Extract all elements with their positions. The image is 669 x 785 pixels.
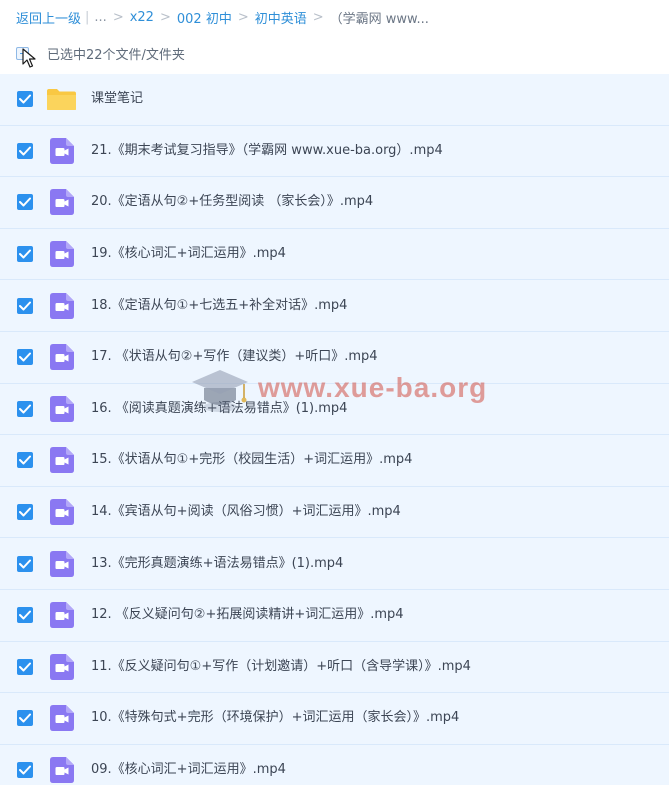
back-link[interactable]: 返回上一级 bbox=[16, 8, 81, 27]
row-checkbox[interactable] bbox=[17, 246, 33, 263]
file-name[interactable]: 18.《定语从句①+七选五+补全对话》.mp4 bbox=[91, 297, 347, 315]
file-name[interactable]: 12. 《反义疑问句②+拓展阅读精讲+词汇运用》.mp4 bbox=[91, 606, 404, 624]
file-name[interactable]: 09.《核心词汇+词汇运用》.mp4 bbox=[91, 761, 286, 779]
file-name[interactable]: 19.《核心词汇+词汇运用》.mp4 bbox=[91, 245, 286, 263]
breadcrumb: 返回上一级 | ... > x22 > 002 初中 > 初中英语 > （学霸网… bbox=[16, 6, 429, 28]
checkmark-icon bbox=[19, 455, 31, 465]
breadcrumb-item-english[interactable]: 初中英语 bbox=[255, 8, 307, 27]
breadcrumb-separator: > bbox=[237, 9, 249, 25]
row-checkbox[interactable] bbox=[17, 297, 33, 314]
video-file-icon bbox=[50, 292, 74, 319]
file-row[interactable]: 18.《定语从句①+七选五+补全对话》.mp4 bbox=[0, 280, 669, 332]
file-row[interactable]: 12. 《反义疑问句②+拓展阅读精讲+词汇运用》.mp4 bbox=[0, 589, 669, 642]
file-row[interactable]: 15.《状语从句①+完形（校园生活）+词汇运用》.mp4 bbox=[0, 435, 669, 487]
file-list: 课堂笔记 21.《期末考试复习指导》（学霸网 www.xue-ba.org）.mp… bbox=[0, 74, 669, 785]
video-file-icon bbox=[50, 344, 74, 371]
row-checkbox[interactable] bbox=[17, 504, 33, 521]
checkmark-icon bbox=[19, 559, 31, 569]
breadcrumb-divider: | bbox=[85, 9, 90, 25]
file-row[interactable]: 17. 《状语从句②+写作（建议类）+听口》.mp4 bbox=[0, 331, 669, 384]
video-file-icon bbox=[50, 653, 74, 680]
checkmark-icon bbox=[19, 301, 31, 311]
checkmark-icon bbox=[19, 146, 31, 156]
row-checkbox[interactable] bbox=[17, 452, 33, 469]
video-file-icon bbox=[50, 550, 74, 577]
file-row[interactable]: 11.《反义疑问句①+写作（计划邀请）+听口（含导学课）》.mp4 bbox=[0, 641, 669, 694]
selection-bar: 已选中22个文件/文件夹 bbox=[16, 42, 185, 64]
file-name[interactable]: 课堂笔记 bbox=[91, 90, 143, 108]
breadcrumb-separator: > bbox=[312, 9, 324, 25]
video-file-icon bbox=[50, 189, 74, 216]
checkmark-icon bbox=[19, 404, 31, 414]
checkmark-icon bbox=[19, 249, 31, 259]
row-checkbox[interactable] bbox=[17, 555, 33, 572]
checkmark-icon bbox=[19, 765, 31, 775]
file-name[interactable]: 10.《特殊句式+完形（环境保护）+词汇运用（家长会）》.mp4 bbox=[91, 709, 459, 727]
row-checkbox[interactable] bbox=[17, 607, 33, 624]
video-file-icon bbox=[50, 705, 74, 732]
checkmark-icon bbox=[19, 662, 31, 672]
folder-icon bbox=[46, 88, 77, 111]
file-name[interactable]: 21.《期末考试复习指导》（学霸网 www.xue-ba.org）.mp4 bbox=[91, 142, 443, 160]
checkmark-icon bbox=[19, 352, 31, 362]
row-checkbox[interactable] bbox=[17, 349, 33, 366]
file-row[interactable]: 09.《核心词汇+词汇运用》.mp4 bbox=[0, 744, 669, 785]
file-row[interactable]: 21.《期末考试复习指导》（学霸网 www.xue-ba.org）.mp4 bbox=[0, 125, 669, 178]
row-checkbox[interactable] bbox=[17, 91, 33, 108]
file-row[interactable]: 10.《特殊句式+完形（环境保护）+词汇运用（家长会）》.mp4 bbox=[0, 693, 669, 745]
file-browser: 返回上一级 | ... > x22 > 002 初中 > 初中英语 > （学霸网… bbox=[0, 0, 669, 785]
file-name[interactable]: 20.《定语从句②+任务型阅读 （家长会）》.mp4 bbox=[91, 193, 373, 211]
video-file-icon bbox=[50, 241, 74, 268]
checkmark-icon bbox=[19, 507, 31, 517]
breadcrumb-current: （学霸网 www... bbox=[329, 11, 429, 27]
row-checkbox[interactable] bbox=[17, 762, 33, 779]
breadcrumb-separator: > bbox=[112, 9, 124, 25]
folder-row[interactable]: 课堂笔记 bbox=[0, 74, 669, 126]
video-file-icon bbox=[50, 499, 74, 526]
row-checkbox[interactable] bbox=[17, 400, 33, 417]
row-checkbox[interactable] bbox=[17, 142, 33, 159]
checkmark-icon bbox=[19, 610, 31, 620]
video-file-icon bbox=[50, 137, 74, 164]
checkmark-icon bbox=[19, 94, 31, 104]
breadcrumb-ellipsis[interactable]: ... bbox=[94, 10, 106, 25]
file-row[interactable]: 20.《定语从句②+任务型阅读 （家长会）》.mp4 bbox=[0, 177, 669, 229]
row-checkbox[interactable] bbox=[17, 194, 33, 211]
selection-summary: 已选中22个文件/文件夹 bbox=[47, 47, 185, 63]
video-file-icon bbox=[50, 602, 74, 629]
file-row[interactable]: 16. 《阅读真题演练+语法易错点》(1).mp4 bbox=[0, 383, 669, 436]
file-row[interactable]: 14.《宾语从句+阅读（风俗习惯）+词汇运用》.mp4 bbox=[0, 486, 669, 539]
checkmark-icon bbox=[19, 197, 31, 207]
breadcrumb-item-x22[interactable]: x22 bbox=[130, 10, 154, 25]
file-row[interactable]: 13.《完形真题演练+语法易错点》(1).mp4 bbox=[0, 538, 669, 590]
row-checkbox[interactable] bbox=[17, 658, 33, 675]
file-row[interactable]: 19.《核心词汇+词汇运用》.mp4 bbox=[0, 228, 669, 281]
video-file-icon bbox=[50, 757, 74, 784]
file-name[interactable]: 11.《反义疑问句①+写作（计划邀请）+听口（含导学课）》.mp4 bbox=[91, 658, 471, 676]
row-checkbox[interactable] bbox=[17, 710, 33, 727]
breadcrumb-separator: > bbox=[159, 9, 171, 25]
file-name[interactable]: 13.《完形真题演练+语法易错点》(1).mp4 bbox=[91, 555, 343, 573]
file-name[interactable]: 14.《宾语从句+阅读（风俗习惯）+词汇运用》.mp4 bbox=[91, 503, 401, 521]
checkmark-icon bbox=[19, 713, 31, 723]
video-file-icon bbox=[50, 395, 74, 422]
file-name[interactable]: 15.《状语从句①+完形（校园生活）+词汇运用》.mp4 bbox=[91, 451, 412, 469]
file-name[interactable]: 17. 《状语从句②+写作（建议类）+听口》.mp4 bbox=[91, 348, 378, 366]
mouse-cursor-icon bbox=[22, 48, 36, 68]
file-name[interactable]: 16. 《阅读真题演练+语法易错点》(1).mp4 bbox=[91, 400, 347, 418]
breadcrumb-item-002[interactable]: 002 初中 bbox=[177, 8, 232, 27]
video-file-icon bbox=[50, 447, 74, 474]
